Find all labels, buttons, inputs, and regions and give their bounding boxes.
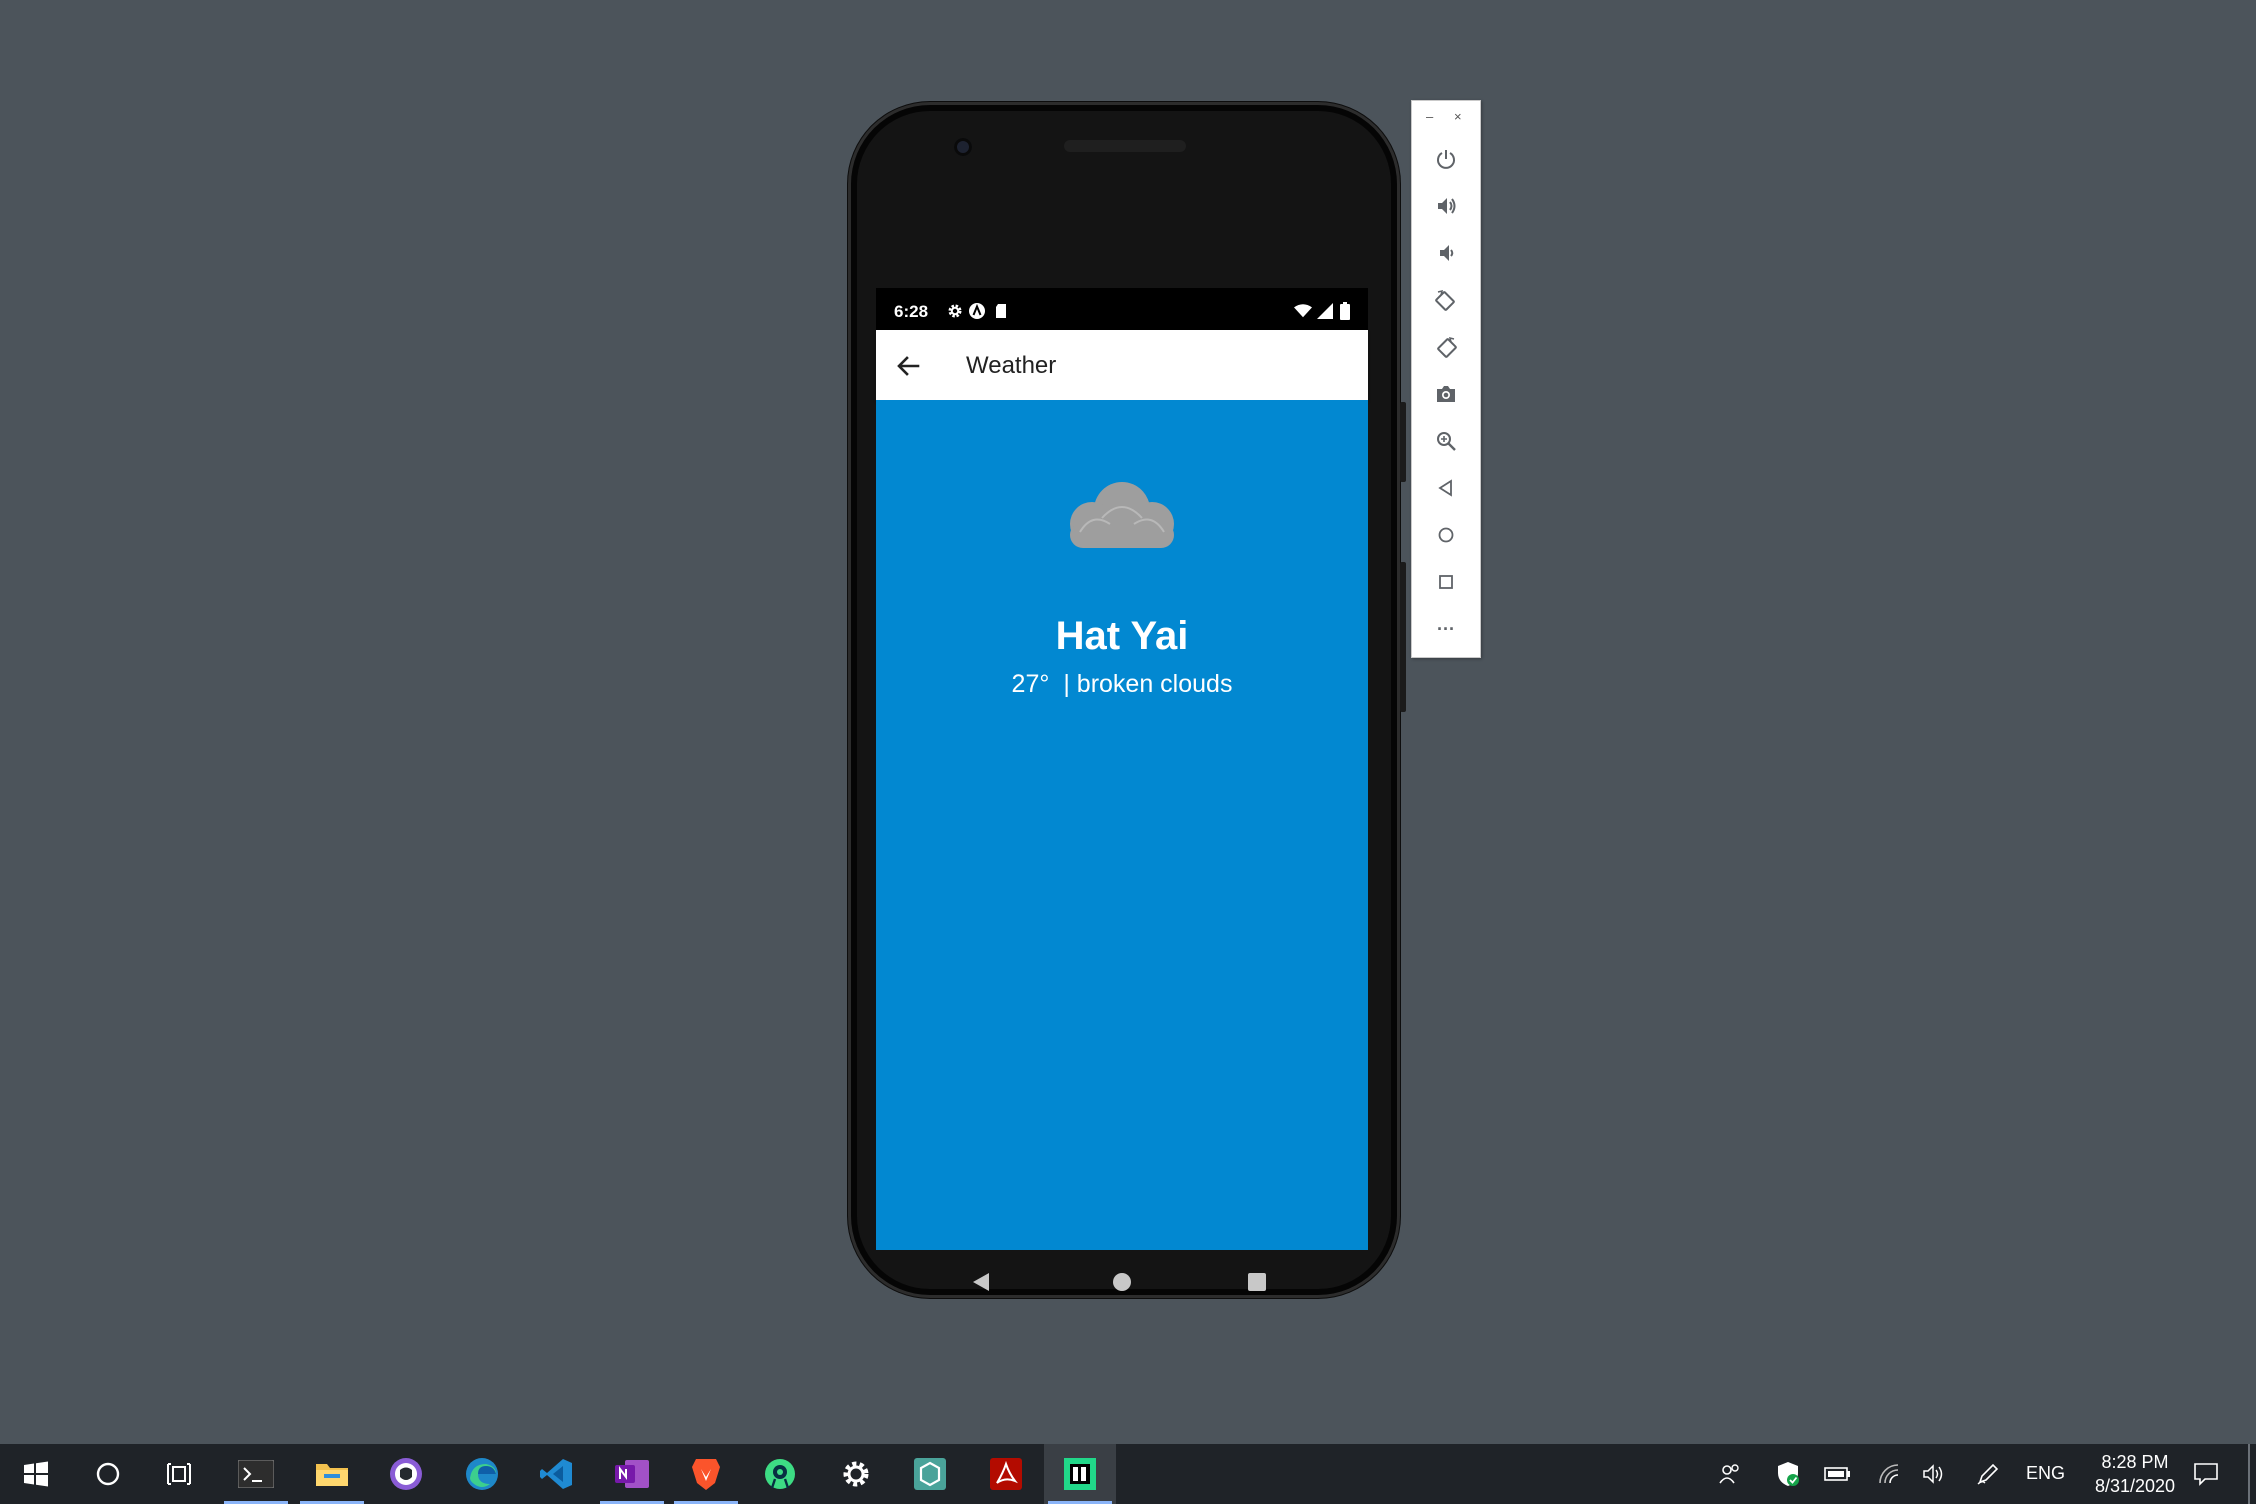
- vscode-icon[interactable]: [520, 1444, 592, 1504]
- battery-tray-icon[interactable]: [1824, 1460, 1852, 1488]
- home-icon[interactable]: [1428, 517, 1464, 553]
- language-indicator[interactable]: ENG: [2026, 1463, 2065, 1484]
- pen-icon[interactable]: [1974, 1460, 2002, 1488]
- cloud-icon: [1058, 474, 1186, 556]
- clock-date: 8/31/2020: [2094, 1476, 2176, 1496]
- weather-summary: 27° | broken clouds: [876, 670, 1368, 699]
- security-shield-icon[interactable]: [1774, 1460, 1802, 1488]
- rotate-right-icon[interactable]: [1428, 329, 1464, 365]
- power-side-button: [1400, 402, 1406, 482]
- phone-screen: 6:28 Weather Hat Yai 27° | broken clouds: [876, 288, 1368, 1250]
- network-icon[interactable]: [1876, 1460, 1904, 1488]
- settings-gear-icon[interactable]: [820, 1444, 892, 1504]
- volume-side-button: [1400, 562, 1406, 712]
- arrow-left-icon[interactable]: [894, 352, 922, 380]
- terminal-icon[interactable]: [220, 1444, 292, 1504]
- emulator-toolbar: – × ···: [1411, 100, 1481, 658]
- show-desktop-button[interactable]: [2248, 1444, 2250, 1504]
- camera-icon[interactable]: [1428, 376, 1464, 412]
- android-nav-bar: [876, 1250, 1368, 1310]
- temperature: 27°: [1011, 670, 1050, 698]
- brave-icon[interactable]: [670, 1444, 742, 1504]
- weather-content: Hat Yai 27° | broken clouds: [876, 400, 1368, 1250]
- home-circle-icon[interactable]: [1112, 1272, 1132, 1297]
- front-camera: [954, 138, 972, 156]
- earpiece-speaker: [1064, 140, 1186, 152]
- edge-icon[interactable]: [446, 1444, 518, 1504]
- overview-icon[interactable]: [1428, 564, 1464, 600]
- notification-center-icon[interactable]: [2192, 1460, 2220, 1488]
- power-icon[interactable]: [1428, 141, 1464, 177]
- pycharm-icon[interactable]: [1044, 1444, 1116, 1504]
- app-bar: Weather: [876, 330, 1368, 400]
- file-explorer-icon[interactable]: [296, 1444, 368, 1504]
- status-time: 6:28: [894, 302, 929, 321]
- overview-square-icon[interactable]: [1248, 1273, 1266, 1296]
- task-view-icon[interactable]: [144, 1444, 216, 1504]
- android-studio-icon[interactable]: [744, 1444, 816, 1504]
- windows-start-icon[interactable]: [0, 1444, 72, 1504]
- close-button[interactable]: ×: [1454, 109, 1462, 124]
- status-bar: 6:28: [876, 288, 1368, 330]
- back-icon[interactable]: [1428, 470, 1464, 506]
- page-title: Weather: [966, 352, 1057, 379]
- sd-card-icon: [992, 302, 1010, 320]
- volume-up-icon[interactable]: [1428, 188, 1464, 224]
- volume-down-icon[interactable]: [1428, 235, 1464, 271]
- gear-icon: [946, 302, 964, 320]
- people-icon[interactable]: [1716, 1460, 1744, 1488]
- windows-taskbar: ENG 8:28 PM 8/31/2020: [0, 1444, 2256, 1504]
- back-triangle-icon[interactable]: [972, 1272, 990, 1297]
- xamarin-icon[interactable]: [894, 1444, 966, 1504]
- clock-time: 8:28 PM: [2101, 1452, 2169, 1472]
- signal-icon: [1316, 302, 1334, 320]
- phone-emulator-frame: 6:28 Weather Hat Yai 27° | broken clouds: [848, 102, 1406, 1298]
- speaker-icon[interactable]: [1920, 1460, 1948, 1488]
- wifi-icon: [1294, 302, 1312, 320]
- search-circle-icon[interactable]: [72, 1444, 144, 1504]
- onenote-icon[interactable]: [596, 1444, 668, 1504]
- zoom-icon[interactable]: [1428, 423, 1464, 459]
- toolbar-window-controls: – ×: [1412, 107, 1480, 127]
- github-desktop-icon[interactable]: [370, 1444, 442, 1504]
- rotate-left-icon[interactable]: [1428, 282, 1464, 318]
- acrobat-icon[interactable]: [970, 1444, 1042, 1504]
- clock[interactable]: 8:28 PM 8/31/2020: [2080, 1450, 2190, 1498]
- weather-description: | broken clouds: [1063, 670, 1233, 698]
- a-badge-icon: [968, 302, 986, 320]
- city-name: Hat Yai: [1055, 614, 1189, 658]
- battery-icon: [1336, 302, 1354, 320]
- more-icon[interactable]: ···: [1428, 611, 1464, 647]
- minimize-button[interactable]: –: [1426, 109, 1433, 124]
